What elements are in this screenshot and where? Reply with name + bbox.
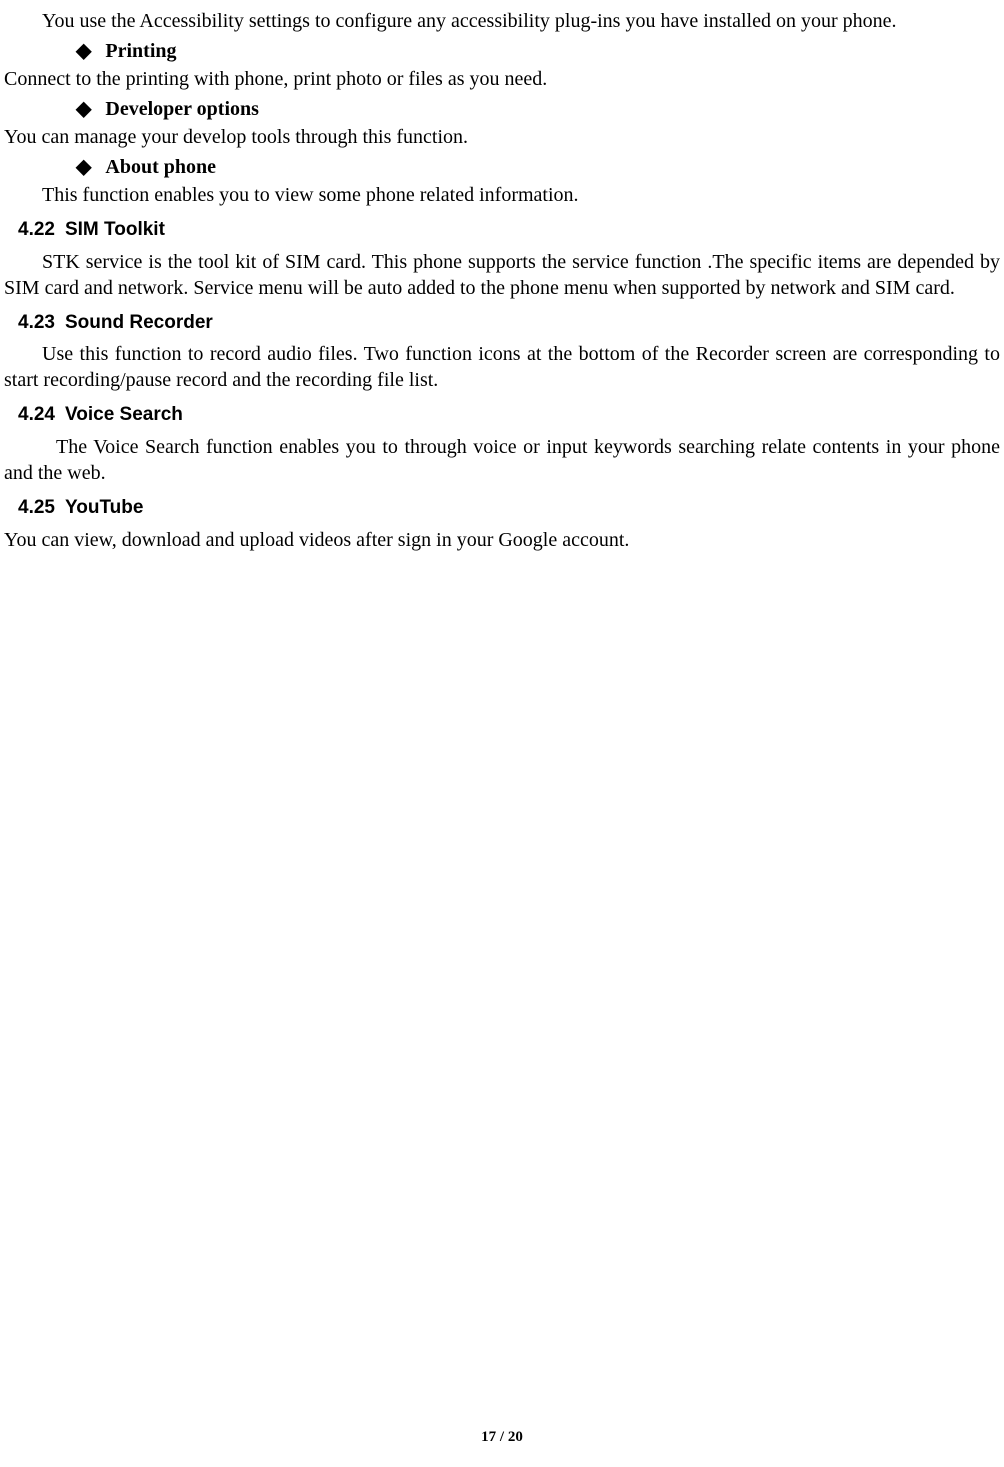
section-sim-number: 4.22 [18,219,55,240]
diamond-icon: ◆ [76,41,91,61]
diamond-icon: ◆ [76,157,91,177]
section-voice-number: 4.24 [18,404,55,425]
page-footer: 17 / 20 [0,1428,1004,1448]
bullet-printing-label: Printing [105,38,176,64]
section-youtube-title: YouTube [65,497,143,518]
bullet-developer: ◆ Developer options [76,96,1000,122]
bullet-printing: ◆ Printing [76,38,1000,64]
section-voice-heading: 4.24 Voice Search [18,403,1000,428]
section-voice-title: Voice Search [65,404,183,425]
section-sim-title: SIM Toolkit [65,219,165,240]
section-sim-body: STK service is the tool kit of SIM card.… [4,249,1000,301]
section-sound-number: 4.23 [18,312,55,333]
section-sound-body: Use this function to record audio files.… [4,341,1000,393]
section-youtube-body: You can view, download and upload videos… [4,527,1000,553]
section-youtube-number: 4.25 [18,497,55,518]
page-current: 17 [481,1429,496,1445]
page-total: 20 [508,1429,523,1445]
section-sim-heading: 4.22 SIM Toolkit [18,218,1000,243]
printing-description: Connect to the printing with phone, prin… [4,66,1000,92]
bullet-about-label: About phone [105,154,216,180]
document-page: You use the Accessibility settings to co… [0,0,1004,553]
developer-description: You can manage your develop tools throug… [4,124,1000,150]
section-sound-title: Sound Recorder [65,312,213,333]
diamond-icon: ◆ [76,99,91,119]
section-youtube-heading: 4.25 YouTube [18,496,1000,521]
about-description: This function enables you to view some p… [4,182,1000,208]
bullet-about: ◆ About phone [76,154,1000,180]
section-sound-heading: 4.23 Sound Recorder [18,311,1000,336]
section-voice-body: The Voice Search function enables you to… [4,434,1000,486]
page-separator: / [496,1429,508,1445]
bullet-developer-label: Developer options [105,96,259,122]
intro-paragraph: You use the Accessibility settings to co… [4,8,1000,34]
